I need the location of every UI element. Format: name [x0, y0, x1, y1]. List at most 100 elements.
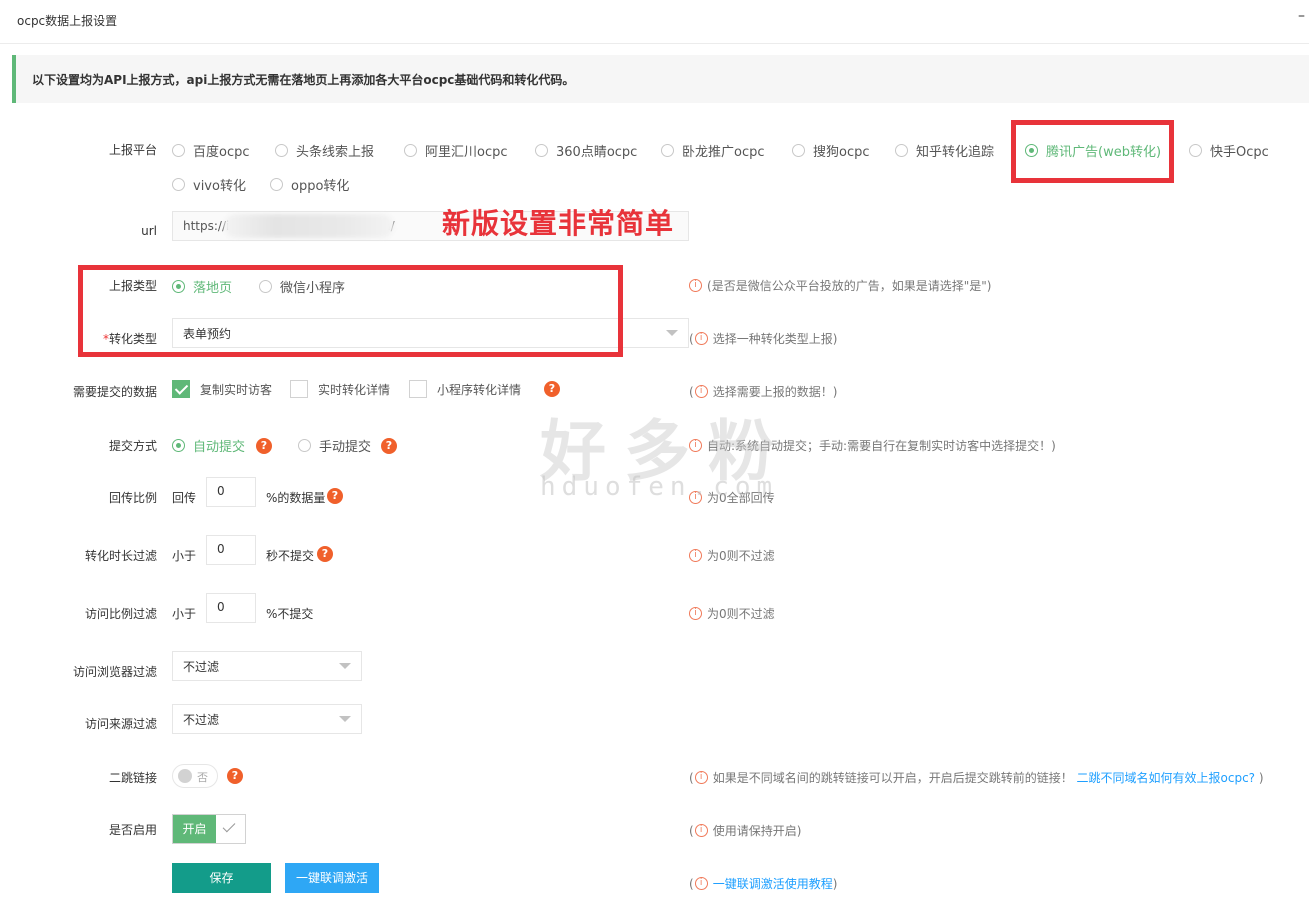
- platform-option-label: 卧龙推广ocpc: [682, 145, 765, 160]
- info-icon: i: [689, 549, 702, 562]
- info-icon: i: [694, 824, 708, 837]
- platform-option-zhihu[interactable]: 知乎转化追踪: [895, 141, 994, 160]
- radio-icon: [404, 144, 417, 157]
- info-icon: i: [689, 607, 702, 620]
- enabled-tip-text: 使用请保持开启: [712, 824, 797, 838]
- platform-option-ali[interactable]: 阿里汇川ocpc: [404, 141, 508, 160]
- platform-option-label: 知乎转化追踪: [916, 145, 995, 160]
- radio-icon: [275, 144, 288, 157]
- radio-icon: [172, 178, 185, 191]
- enabled-switch[interactable]: 开启: [172, 814, 246, 844]
- chevron-down-icon: [666, 330, 678, 336]
- platform-option-label: vivo转化: [193, 179, 246, 194]
- visit-ratio-filter-tip: i 为0则不过滤: [689, 605, 775, 622]
- duration-filter-tip-text: 为0则不过滤: [707, 549, 775, 563]
- toggle-knob: [178, 769, 192, 783]
- visit-ratio-filter-tip-text: 为0则不过滤: [707, 607, 775, 621]
- test-tutorial-link[interactable]: 一键联调激活使用教程: [713, 875, 833, 892]
- duration-filter-tip: i 为0则不过滤: [689, 547, 775, 564]
- one-click-test-button[interactable]: 一键联调激活: [285, 863, 379, 893]
- platform-option-label: 搜狗ocpc: [813, 145, 870, 160]
- url-label: url: [141, 224, 157, 238]
- platform-option-360[interactable]: 360点睛ocpc: [535, 141, 637, 160]
- submit-data-copy-visitors[interactable]: 复制实时访客: [172, 380, 272, 398]
- info-icon: i: [694, 332, 708, 345]
- submit-mode-label: 提交方式: [108, 439, 157, 453]
- radio-icon: [535, 144, 548, 157]
- url-value-prefix: https://i: [183, 219, 230, 233]
- visit-ratio-filter-label: 访问比例过滤: [84, 607, 157, 621]
- redirect-link-toggle[interactable]: 否: [172, 764, 218, 788]
- platform-label: 上报平台: [108, 143, 157, 157]
- platform-option-vivo[interactable]: vivo转化: [172, 175, 246, 194]
- platform-option-label: 快手Ocpc: [1210, 145, 1269, 160]
- platform-option-toutiao[interactable]: 头条线索上报: [275, 141, 374, 160]
- redirect-link-help-link[interactable]: 二跳不同域名如何有效上报ocpc?: [1077, 769, 1256, 786]
- browser-filter-value: 不过滤: [183, 659, 220, 674]
- radio-icon: [792, 144, 805, 157]
- checkbox-checked-icon: [172, 380, 190, 398]
- help-icon[interactable]: ?: [381, 438, 397, 454]
- enabled-on-text: 开启: [173, 815, 216, 843]
- submit-mode-auto[interactable]: 自动提交: [172, 436, 245, 455]
- platform-option-sogou[interactable]: 搜狗ocpc: [792, 141, 870, 160]
- annotation-text: 新版设置非常简单: [442, 207, 675, 240]
- source-filter-label: 访问来源过滤: [84, 717, 157, 731]
- chevron-down-icon: [339, 716, 351, 722]
- help-icon[interactable]: ?: [327, 488, 343, 504]
- conversion-type-tip-text: 选择一种转化类型上报: [712, 332, 833, 346]
- radio-selected-icon: [172, 439, 185, 452]
- info-icon: i: [694, 877, 708, 890]
- platform-option-label: 阿里汇川ocpc: [425, 145, 508, 160]
- help-icon[interactable]: ?: [227, 768, 243, 784]
- checkbox-label: 实时转化详情: [318, 382, 391, 397]
- radio-icon: [895, 144, 908, 157]
- window-titlebar: ocpc数据上报设置 –: [0, 0, 1309, 44]
- source-filter-select[interactable]: 不过滤: [172, 704, 362, 734]
- visit-ratio-filter-suffix: %不提交: [266, 607, 314, 621]
- conversion-type-tip: (i 选择一种转化类型上报): [689, 331, 838, 347]
- platform-option-kuaishou[interactable]: 快手Ocpc: [1189, 141, 1269, 160]
- report-type-tip-text: 是否是微信公众平台投放的广告，如果是请选择"是": [711, 279, 987, 293]
- browser-filter-select[interactable]: 不过滤: [172, 651, 362, 681]
- enabled-label: 是否启用: [108, 823, 157, 837]
- info-icon: i: [694, 771, 708, 784]
- platform-option-baidu[interactable]: 百度ocpc: [172, 141, 250, 160]
- redirect-link-tip-text: 如果是不同域名间的跳转链接可以开启，开启后提交跳转前的链接！: [712, 771, 1073, 785]
- radio-icon: [1189, 144, 1202, 157]
- checkbox-icon: [290, 380, 308, 398]
- toggle-text: 否: [197, 771, 208, 784]
- submit-data-label: 需要提交的数据: [72, 385, 157, 399]
- checkbox-label: 复制实时访客: [200, 382, 273, 397]
- watermark-url: hduofen.com: [540, 472, 779, 502]
- notice-text: 以下设置均为API上报方式，api上报方式无需在落地页上再添加各大平台ocpc基…: [32, 73, 575, 87]
- redirect-link-tip: (i 如果是不同域名间的跳转链接可以开启，开启后提交跳转前的链接！ 二跳不同域名如…: [689, 769, 1264, 786]
- visit-ratio-filter-input[interactable]: 0: [206, 593, 256, 623]
- platform-option-label: oppo转化: [291, 179, 350, 194]
- return-ratio-input[interactable]: 0: [206, 477, 256, 507]
- platform-option-wolong[interactable]: 卧龙推广ocpc: [661, 141, 765, 160]
- platform-option-oppo[interactable]: oppo转化: [270, 175, 349, 194]
- duration-filter-input[interactable]: 0: [206, 535, 256, 565]
- duration-filter-suffix: 秒不提交: [266, 549, 315, 563]
- report-type-tip: i(是否是微信公众平台投放的广告，如果是请选择"是"): [689, 277, 991, 294]
- check-icon: [222, 819, 236, 833]
- radio-icon: [661, 144, 674, 157]
- help-icon[interactable]: ?: [544, 381, 560, 397]
- visit-ratio-filter-prefix: 小于: [172, 607, 197, 621]
- info-icon: i: [694, 385, 708, 398]
- submit-mode-option-label: 自动提交: [193, 440, 246, 455]
- return-ratio-prefix: 回传: [172, 491, 197, 505]
- submit-data-mini-program[interactable]: 小程序转化详情: [409, 380, 521, 398]
- platform-option-label: 360点睛ocpc: [556, 145, 638, 160]
- minimize-icon[interactable]: –: [1298, 8, 1305, 24]
- checkbox-label: 小程序转化详情: [437, 382, 522, 397]
- submit-data-realtime-conversion[interactable]: 实时转化详情: [290, 380, 390, 398]
- save-button[interactable]: 保存: [172, 863, 271, 893]
- platform-option-label: 头条线索上报: [296, 145, 375, 160]
- return-ratio-suffix: %的数据量: [266, 491, 326, 505]
- help-icon[interactable]: ?: [256, 438, 272, 454]
- help-icon[interactable]: ?: [317, 546, 333, 562]
- highlight-box-report-type: [78, 265, 623, 357]
- submit-mode-manual[interactable]: 手动提交: [298, 436, 371, 455]
